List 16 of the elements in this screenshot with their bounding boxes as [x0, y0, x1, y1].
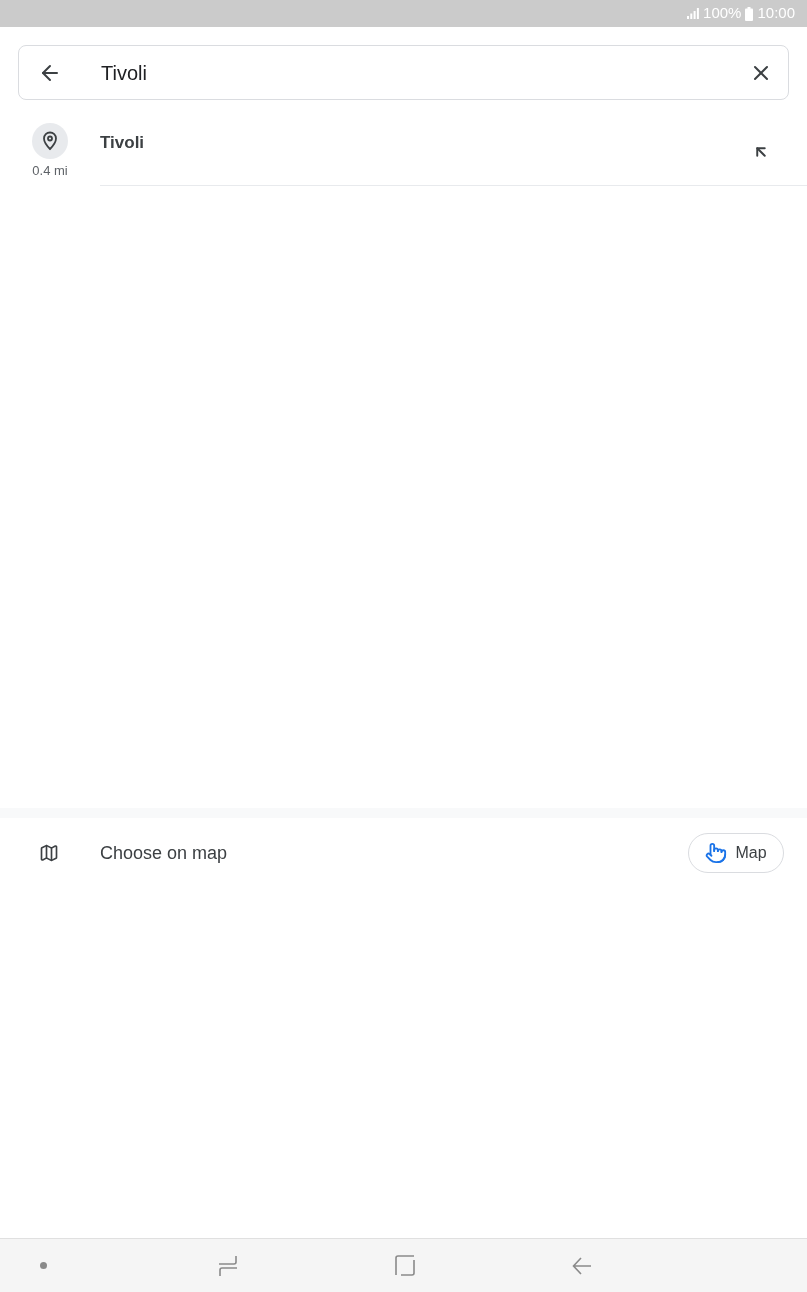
choose-on-map-row[interactable]: Choose on map Map	[0, 818, 807, 888]
signal-icon	[687, 8, 700, 19]
choose-on-map-label: Choose on map	[100, 841, 229, 865]
recent-apps-icon[interactable]	[218, 1254, 238, 1277]
location-pin-icon	[32, 123, 68, 159]
folded-map-icon	[39, 843, 59, 863]
battery-icon	[745, 6, 754, 21]
search-input[interactable]: Tivoli	[101, 57, 749, 88]
back-arrow-icon[interactable]	[572, 1255, 592, 1276]
distance-label: 0.4 mi	[32, 162, 68, 180]
home-icon[interactable]	[395, 1255, 415, 1276]
suggestion-title: Tivoli	[100, 132, 146, 154]
dot-icon[interactable]	[40, 1262, 47, 1269]
search-field[interactable]: Tivoli	[18, 45, 789, 100]
tapping-hand-icon	[705, 842, 728, 864]
suggestion-row[interactable]: 0.4 mi Tivoli	[0, 100, 807, 186]
